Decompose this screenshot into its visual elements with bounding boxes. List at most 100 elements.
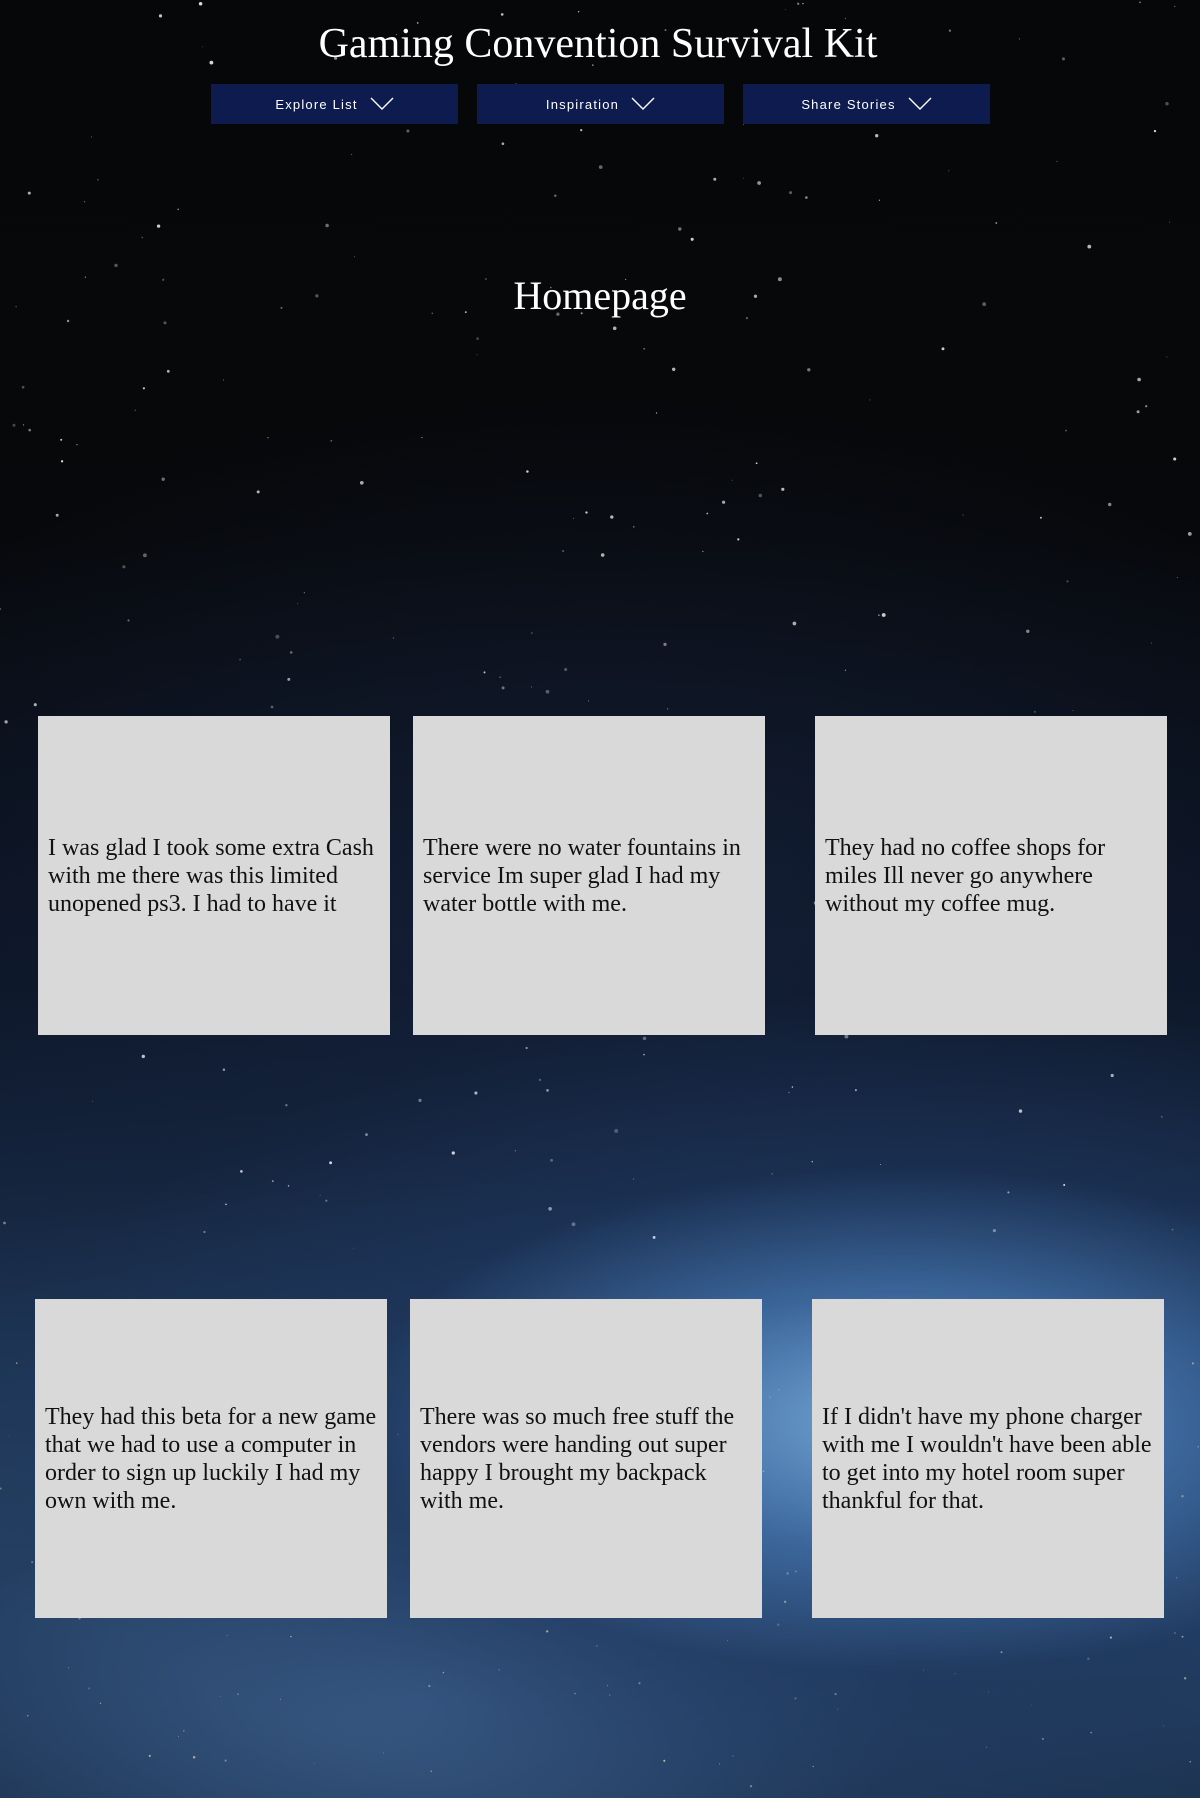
- star: [33, 703, 37, 707]
- star: [633, 526, 635, 528]
- star: [1018, 1109, 1023, 1113]
- star: [418, 1098, 422, 1102]
- story-text: They had no coffee shops for miles Ill n…: [825, 834, 1106, 917]
- star: [580, 128, 583, 132]
- city-light: [1041, 1737, 1044, 1740]
- star: [633, 1178, 635, 1180]
- star: [643, 347, 646, 350]
- star: [223, 379, 225, 381]
- star: [612, 326, 617, 331]
- city-light: [777, 1623, 780, 1626]
- story-text: There was so much free stuff the vendors…: [420, 1403, 735, 1514]
- city-light: [27, 1715, 29, 1717]
- city-light: [1031, 1704, 1033, 1706]
- city-light: [1166, 1494, 1168, 1496]
- story-card: They had no coffee shops for miles Ill n…: [815, 716, 1167, 1035]
- star: [1007, 1191, 1010, 1194]
- star: [1168, 221, 1171, 223]
- star: [351, 153, 353, 156]
- star: [854, 1089, 857, 1092]
- star: [1107, 502, 1112, 507]
- star: [564, 668, 568, 671]
- star: [285, 1104, 288, 1107]
- city-light: [596, 1645, 598, 1647]
- star: [359, 480, 364, 485]
- star: [758, 493, 763, 498]
- star: [713, 177, 717, 181]
- star: [127, 619, 130, 622]
- city-light: [498, 1669, 500, 1671]
- star: [142, 553, 147, 558]
- star: [141, 1054, 145, 1059]
- city-light: [1181, 1495, 1184, 1498]
- star: [678, 227, 682, 231]
- city-light: [1197, 1446, 1199, 1448]
- star: [55, 513, 59, 517]
- star: [844, 17, 847, 19]
- star: [550, 1158, 554, 1162]
- star: [1173, 457, 1177, 461]
- star: [844, 669, 846, 671]
- star: [225, 1203, 227, 1206]
- star: [27, 191, 31, 195]
- star: [240, 1170, 243, 1173]
- star: [1063, 1183, 1066, 1187]
- city-light: [794, 1570, 797, 1573]
- star: [1166, 356, 1168, 358]
- star: [652, 1235, 656, 1239]
- star: [992, 1228, 997, 1233]
- star: [667, 708, 669, 710]
- star: [406, 129, 410, 133]
- star: [655, 412, 658, 414]
- nav-inspiration[interactable]: Inspiration: [477, 84, 724, 124]
- star: [548, 1206, 552, 1211]
- star: [941, 347, 945, 351]
- star: [352, 1247, 354, 1249]
- star: [1110, 1073, 1114, 1078]
- city-light: [1174, 1632, 1176, 1634]
- star: [771, 1173, 773, 1175]
- city-light: [219, 1695, 221, 1697]
- city-light: [609, 1694, 611, 1696]
- star: [12, 423, 16, 427]
- city-light: [177, 1736, 180, 1738]
- star: [270, 705, 274, 709]
- star: [1033, 711, 1036, 713]
- nav-explore-list[interactable]: Explore List: [211, 84, 458, 124]
- star: [784, 9, 786, 11]
- star: [90, 136, 93, 138]
- star: [330, 439, 333, 442]
- star: [1171, 1228, 1174, 1231]
- star: [92, 1100, 94, 1102]
- star: [0, 607, 2, 611]
- star: [97, 179, 99, 181]
- city-light: [397, 1433, 399, 1435]
- city-light: [986, 1746, 988, 1748]
- city-light: [99, 1702, 102, 1705]
- star: [66, 319, 70, 323]
- city-light: [1175, 1577, 1178, 1579]
- story-text: There were no water fountains in service…: [423, 834, 741, 917]
- star: [483, 671, 486, 674]
- city-light: [279, 1698, 281, 1700]
- star: [721, 500, 726, 504]
- star: [1072, 709, 1074, 712]
- city-light: [1109, 1636, 1112, 1639]
- star: [869, 399, 871, 401]
- star: [526, 470, 529, 473]
- star: [875, 134, 879, 138]
- star: [275, 634, 280, 639]
- star: [598, 165, 603, 169]
- story-text: If I didn't have my phone charger with m…: [822, 1403, 1152, 1514]
- star: [1087, 244, 1092, 249]
- city-light: [1162, 1725, 1164, 1727]
- nav-share-stories[interactable]: Share Stories: [743, 84, 990, 124]
- city-light: [546, 1630, 549, 1633]
- city-light: [834, 1692, 837, 1696]
- chevron-down-icon: [908, 97, 932, 110]
- city-light: [8, 1434, 10, 1436]
- city-light: [428, 1684, 431, 1688]
- star: [222, 1068, 226, 1071]
- star: [325, 223, 329, 228]
- star: [84, 201, 86, 203]
